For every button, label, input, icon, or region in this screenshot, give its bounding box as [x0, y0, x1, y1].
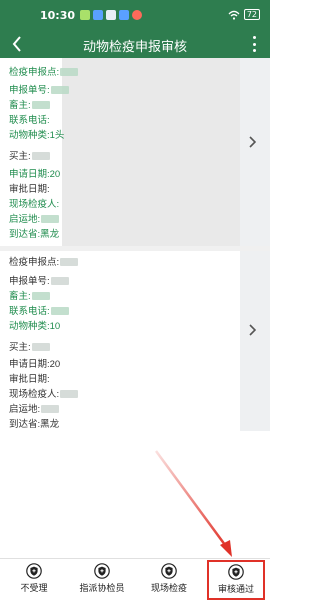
field-inspector: 现场检疫人: [9, 389, 79, 401]
field-owner: 畜主: [9, 291, 50, 303]
field-apply-date: 申请日期:20 [9, 169, 61, 180]
approve-button[interactable]: 审核通过 [207, 560, 265, 600]
field-buyer: 买主: [9, 342, 50, 354]
shield-icon [26, 563, 42, 579]
nav-label: 不受理 [20, 583, 48, 593]
annotation-arrow-icon [154, 450, 232, 557]
status-time: 10:30 [40, 9, 76, 22]
status-indicators: 72 [228, 9, 260, 20]
nav-label: 审核通过 [217, 584, 254, 594]
field-buyer: 买主: [9, 151, 50, 163]
list-item[interactable]: 检疫申报点: 申报单号: 畜主: 联系电话: 动物种类:10 买主: 申请日期:… [0, 251, 270, 431]
more-vertical-icon[interactable] [250, 36, 258, 52]
field-owner: 畜主: [9, 100, 50, 112]
field-origin: 启运地: [9, 214, 60, 226]
field-apply-date: 申请日期:20 [9, 359, 61, 370]
field-inspector: 现场检疫人: [9, 199, 60, 210]
field-declare-point: 检疫申报点: [9, 67, 79, 79]
battery-icon: 72 [243, 9, 260, 20]
app-notification-icon [93, 10, 103, 20]
field-order-no: 申报单号: [9, 276, 69, 288]
field-origin: 启运地: [9, 404, 60, 416]
nav-label: 现场检疫 [150, 583, 187, 593]
app-notification-icon [106, 10, 116, 20]
status-app-icons [80, 10, 142, 20]
chevron-right-icon[interactable] [249, 324, 257, 340]
onsite-inspection-button[interactable]: 现场检疫 [140, 563, 198, 599]
app-notification-icon [119, 10, 129, 20]
bottom-action-bar: 不受理 指派协检员 现场检疫 审核通过 [0, 558, 270, 600]
field-phone: 联系电话: [9, 306, 69, 318]
shield-icon [161, 563, 177, 579]
field-species: 动物种类:1头 [9, 130, 65, 141]
page-title: 动物检疫申报审核 [82, 39, 187, 54]
list-item[interactable]: 检疫申报点: 申报单号: 畜主: 联系电话: 动物种类:1头 买主: 申请日期:… [0, 58, 270, 246]
field-destination: 到达省:黑龙 [9, 419, 60, 430]
assign-assistant-button[interactable]: 指派协检员 [73, 563, 131, 599]
field-approve-date: 审批日期: [9, 374, 50, 385]
app-notification-icon [132, 10, 142, 20]
field-destination: 到达省:黑龙 [9, 229, 60, 240]
shield-icon [94, 563, 110, 579]
field-phone: 联系电话: [9, 115, 50, 126]
app-header: 动物检疫申报审核 [0, 30, 270, 58]
field-order-no: 申报单号: [9, 85, 69, 97]
record-image [62, 58, 240, 246]
reject-button[interactable]: 不受理 [5, 563, 63, 599]
wifi-icon [228, 10, 240, 20]
chevron-right-icon[interactable] [249, 136, 257, 152]
status-bar: 10:30 72 [0, 0, 270, 30]
card-side-panel [240, 58, 270, 246]
field-species: 动物种类:10 [9, 321, 61, 332]
field-declare-point: 检疫申报点: [9, 257, 79, 269]
app-notification-icon [80, 10, 90, 20]
shield-icon [228, 564, 244, 580]
card-side-panel [240, 251, 270, 431]
nav-label: 指派协检员 [79, 583, 125, 593]
field-approve-date: 审批日期: [9, 184, 50, 195]
